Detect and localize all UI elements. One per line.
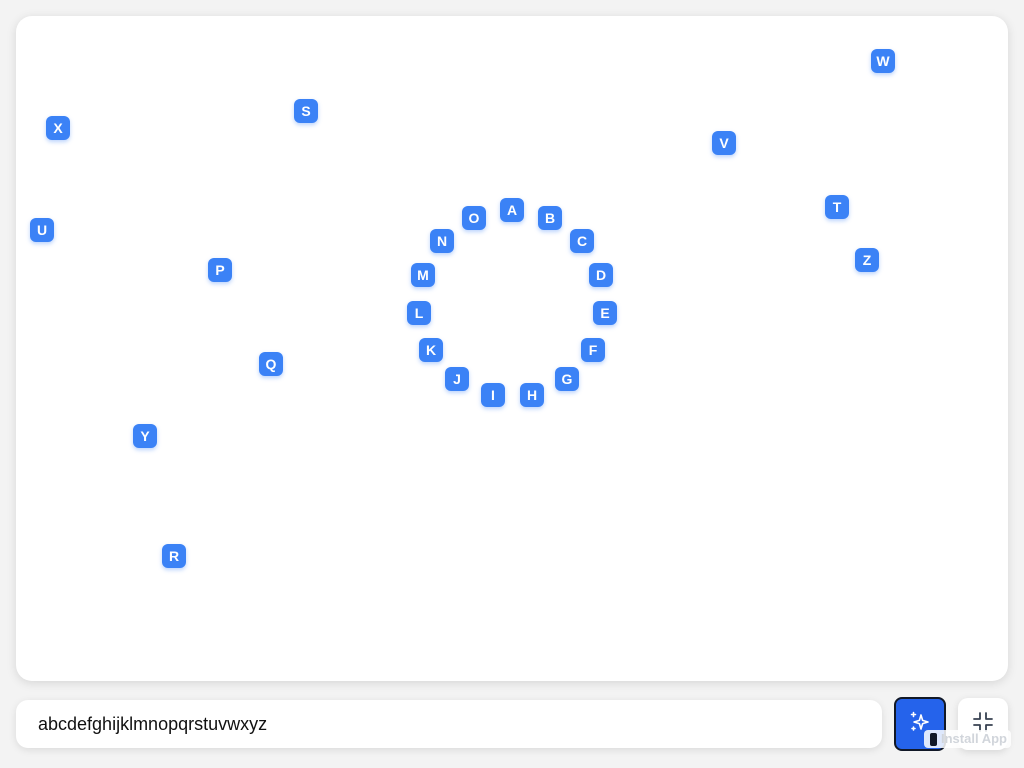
letter-tile-o[interactable]: O [462, 206, 486, 230]
letter-tile-g[interactable]: G [555, 367, 579, 391]
letter-tile-r[interactable]: R [162, 544, 186, 568]
install-app-badge[interactable]: Install App [924, 730, 1011, 748]
letter-tile-t[interactable]: T [825, 195, 849, 219]
bottom-toolbar: Install App [16, 697, 1011, 753]
phone-icon [930, 732, 937, 746]
letter-tile-a[interactable]: A [500, 198, 524, 222]
letter-tile-e[interactable]: E [593, 301, 617, 325]
letter-tile-z[interactable]: Z [855, 248, 879, 272]
letter-tile-q[interactable]: Q [259, 352, 283, 376]
letter-tile-i[interactable]: I [481, 383, 505, 407]
letter-tile-n[interactable]: N [430, 229, 454, 253]
letter-tile-m[interactable]: M [411, 263, 435, 287]
letter-tile-b[interactable]: B [538, 206, 562, 230]
letter-tile-l[interactable]: L [407, 301, 431, 325]
letter-tile-x[interactable]: X [46, 116, 70, 140]
letter-tile-k[interactable]: K [419, 338, 443, 362]
letter-tile-y[interactable]: Y [133, 424, 157, 448]
letter-tile-u[interactable]: U [30, 218, 54, 242]
letter-tile-s[interactable]: S [294, 99, 318, 123]
install-app-label: Install App [941, 731, 1007, 746]
letter-tile-j[interactable]: J [445, 367, 469, 391]
letter-tile-w[interactable]: W [871, 49, 895, 73]
letter-tile-f[interactable]: F [581, 338, 605, 362]
letter-canvas[interactable]: A B C D E F G H I J K L M N O P Q R S T … [16, 16, 1008, 681]
letters-input[interactable] [16, 700, 882, 748]
letter-tile-d[interactable]: D [589, 263, 613, 287]
letter-tile-h[interactable]: H [520, 383, 544, 407]
letter-tile-v[interactable]: V [712, 131, 736, 155]
letter-tile-p[interactable]: P [208, 258, 232, 282]
letter-tile-c[interactable]: C [570, 229, 594, 253]
